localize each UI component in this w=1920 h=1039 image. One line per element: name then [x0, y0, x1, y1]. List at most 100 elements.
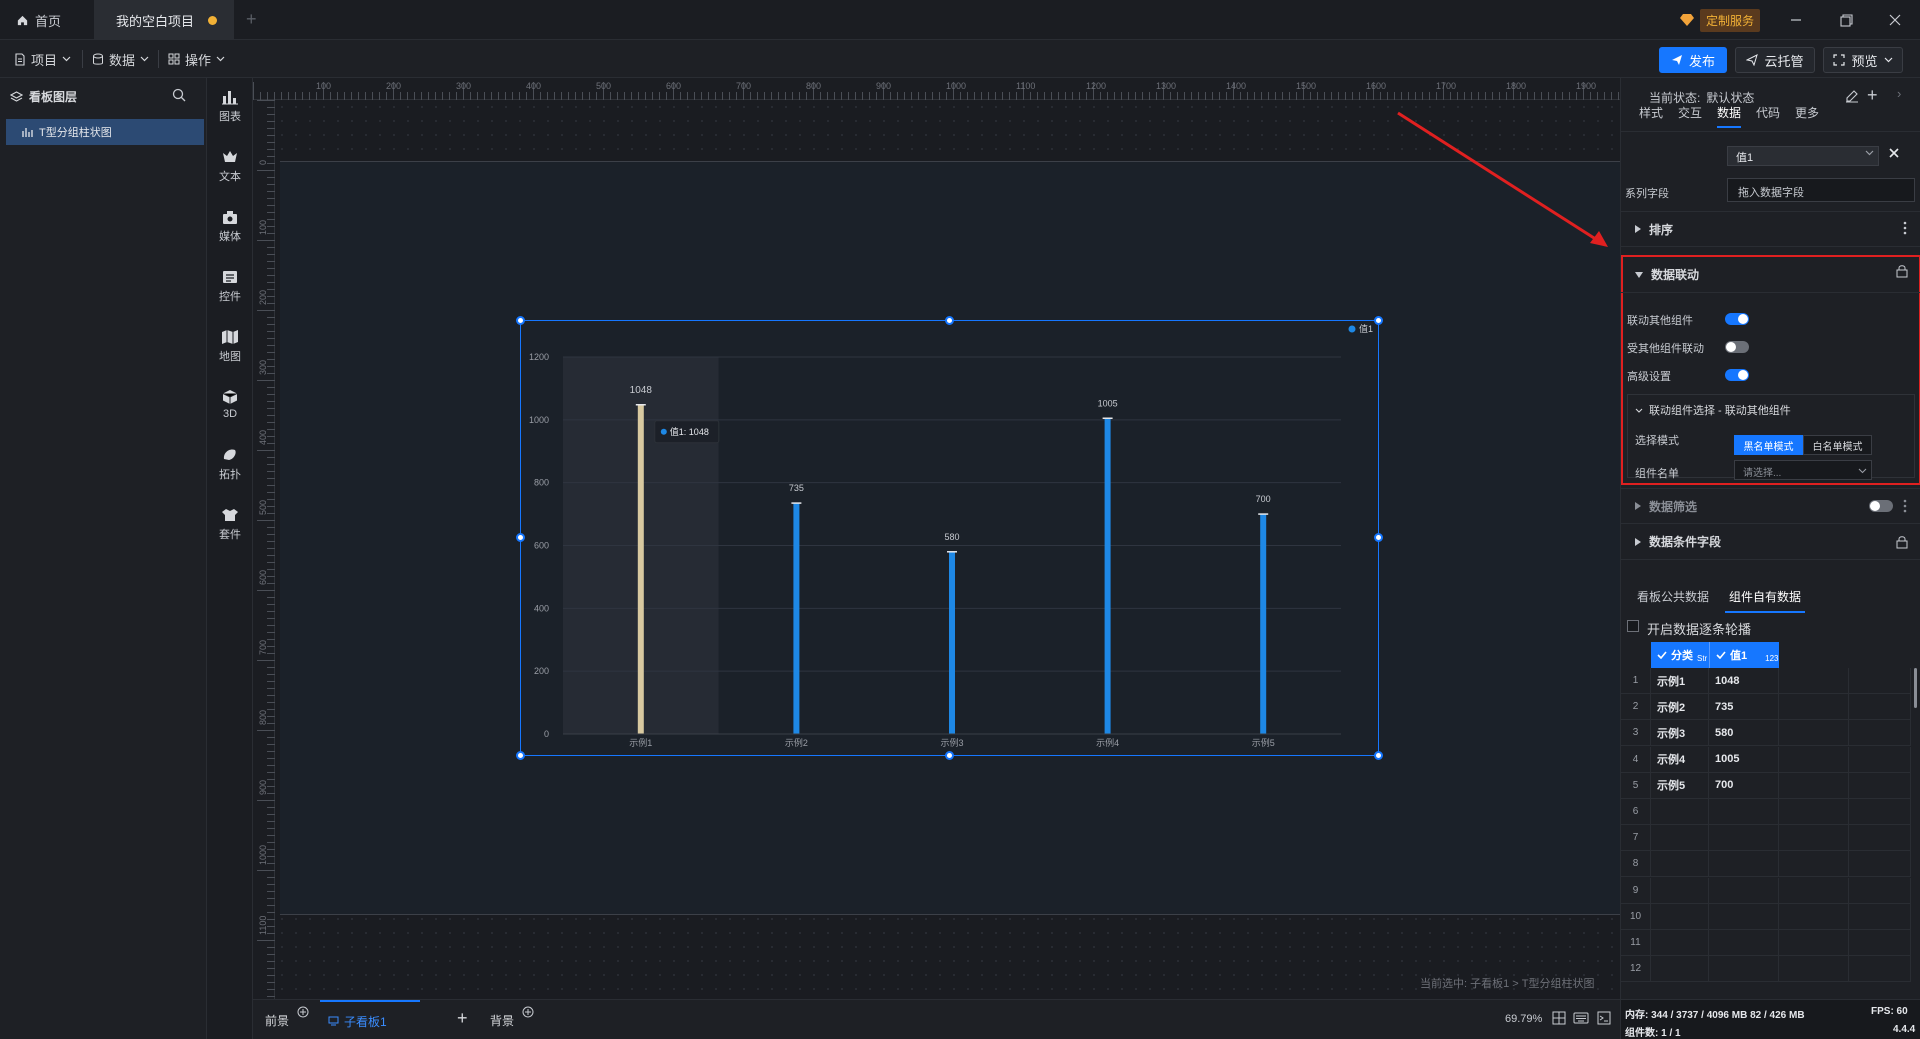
fit-screen-button[interactable] [1552, 1011, 1566, 1025]
tab-style[interactable]: 样式 [1639, 104, 1663, 121]
cell-value[interactable]: 1048 [1709, 668, 1779, 694]
grid-scrollbar[interactable] [1914, 668, 1917, 708]
carousel-checkbox[interactable] [1627, 620, 1639, 632]
cell-value[interactable]: 1005 [1709, 746, 1779, 773]
library-topology[interactable]: 拓扑 [207, 436, 253, 492]
resize-handle-se[interactable] [1374, 751, 1383, 760]
tab-code[interactable]: 代码 [1756, 104, 1780, 121]
cell-value[interactable] [1709, 877, 1779, 904]
cell-value[interactable] [1709, 825, 1779, 852]
cell-empty[interactable] [1779, 903, 1849, 930]
cell-empty[interactable] [1779, 956, 1849, 983]
custom-service-button[interactable]: 定制服务 [1680, 8, 1761, 32]
cell-value[interactable]: 700 [1709, 772, 1779, 799]
tab-data[interactable]: 数据 [1717, 104, 1742, 128]
resize-handle-n[interactable] [945, 316, 954, 325]
legend-label[interactable]: 值1 [1359, 323, 1373, 334]
bar[interactable] [793, 503, 800, 734]
cell-empty[interactable] [1779, 694, 1849, 721]
remove-value-field-button[interactable] [1889, 148, 1899, 158]
value-field-dropdown[interactable] [1865, 150, 1874, 156]
column-header-value[interactable]: 值1 123 [1709, 642, 1779, 668]
resize-handle-s[interactable] [945, 751, 954, 760]
publish-button[interactable]: 发布 [1659, 47, 1727, 73]
tab-home[interactable]: 首页 [16, 0, 86, 40]
cell-value[interactable] [1709, 903, 1779, 930]
tab-more[interactable]: 更多 [1795, 104, 1819, 121]
cell-category[interactable] [1651, 956, 1709, 983]
cell-value[interactable] [1709, 799, 1779, 825]
cell-value[interactable] [1709, 930, 1779, 956]
resize-handle-w[interactable] [516, 533, 525, 542]
library-map[interactable]: 地图 [207, 318, 253, 374]
add-background-button[interactable] [522, 1006, 534, 1018]
tab-project[interactable]: 我的空白项目 [94, 0, 234, 40]
cloud-host-button[interactable]: 云托管 [1735, 47, 1815, 73]
cell-category[interactable]: 示例4 [1651, 746, 1709, 773]
resize-handle-ne[interactable] [1374, 316, 1383, 325]
cell-empty[interactable] [1779, 772, 1849, 799]
cell-empty[interactable] [1779, 877, 1849, 904]
chevron-right-icon[interactable]: › [1897, 86, 1901, 101]
zoom-level[interactable]: 69.79% [1505, 1013, 1542, 1025]
data-condition-lock-button[interactable] [1896, 535, 1908, 549]
cell-empty[interactable] [1849, 877, 1911, 904]
menu-operation[interactable]: 操作 [168, 48, 225, 70]
library-chart[interactable]: 图表 [207, 78, 253, 134]
cell-empty[interactable] [1779, 799, 1849, 825]
cell-empty[interactable] [1849, 799, 1911, 825]
blacklist-mode-button[interactable]: 黑名单模式 [1734, 435, 1803, 455]
cell-category[interactable]: 示例3 [1651, 720, 1709, 747]
menu-data[interactable]: 数据 [92, 48, 149, 70]
add-foreground-button[interactable] [297, 1006, 309, 1018]
tab-interaction[interactable]: 交互 [1678, 104, 1702, 121]
cell-empty[interactable] [1779, 851, 1849, 878]
library-text[interactable]: 文本 [207, 138, 253, 194]
component-list-select[interactable]: 请选择... [1734, 460, 1872, 480]
resize-handle-sw[interactable] [516, 751, 525, 760]
linked-by-others-toggle[interactable] [1725, 341, 1749, 353]
cell-empty[interactable] [1849, 694, 1911, 721]
add-tab-button[interactable]: + [246, 9, 257, 30]
link-select-header[interactable]: 联动组件选择 - 联动其他组件 [1635, 402, 1791, 418]
whitelist-mode-button[interactable]: 白名单模式 [1803, 435, 1872, 455]
data-filter-toggle[interactable] [1869, 500, 1893, 512]
cell-category[interactable]: 示例5 [1651, 772, 1709, 799]
cell-category[interactable] [1651, 877, 1709, 904]
linkage-section-header[interactable]: 数据联动 [1621, 257, 1920, 293]
cell-empty[interactable] [1779, 668, 1849, 694]
cell-empty[interactable] [1849, 956, 1911, 983]
library-widget[interactable]: 控件 [207, 258, 253, 314]
cell-empty[interactable] [1849, 903, 1911, 930]
cell-category[interactable]: 示例2 [1651, 694, 1709, 721]
background-tab[interactable]: 背景 [490, 1012, 514, 1029]
cell-value[interactable]: 735 [1709, 694, 1779, 721]
bar[interactable] [1104, 418, 1111, 734]
cell-value[interactable] [1709, 956, 1779, 983]
cell-empty[interactable] [1849, 772, 1911, 799]
menu-project[interactable]: 项目 [14, 48, 71, 70]
advanced-toggle[interactable] [1725, 369, 1749, 381]
add-subboard-button[interactable]: + [457, 1008, 468, 1029]
bar[interactable] [949, 551, 955, 734]
library-3d[interactable]: 3D [207, 376, 253, 432]
subboard-tab[interactable]: 子看板1 [320, 1000, 420, 1039]
sort-more-button[interactable] [1903, 221, 1907, 235]
layer-item[interactable]: T型分组柱状图 [6, 119, 204, 145]
close-window-button[interactable] [1870, 0, 1920, 40]
cell-empty[interactable] [1849, 851, 1911, 878]
resize-handle-e[interactable] [1374, 533, 1383, 542]
cell-category[interactable] [1651, 825, 1709, 852]
bar[interactable] [637, 404, 644, 734]
minimize-button[interactable] [1771, 0, 1821, 40]
cell-empty[interactable] [1849, 668, 1911, 694]
cell-category[interactable] [1651, 930, 1709, 956]
terminal-button[interactable] [1597, 1011, 1611, 1025]
cell-category[interactable] [1651, 851, 1709, 878]
cell-empty[interactable] [1849, 720, 1911, 747]
data-condition-section[interactable]: 数据条件字段 [1621, 524, 1920, 560]
restore-button[interactable] [1821, 0, 1871, 40]
sort-section[interactable]: 排序 [1621, 211, 1920, 247]
cell-empty[interactable] [1849, 746, 1911, 773]
cell-empty[interactable] [1779, 825, 1849, 852]
